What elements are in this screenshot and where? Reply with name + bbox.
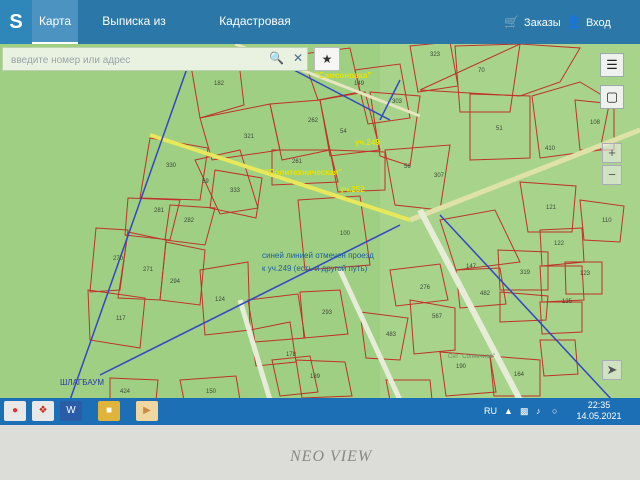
chrome-icon[interactable]: ● xyxy=(4,401,26,421)
orders-label: Заказы xyxy=(523,17,561,29)
street-label-politekhnicheskaya: "Политехническая" xyxy=(265,168,342,177)
plot-number-label[interactable]: 330 xyxy=(166,163,177,169)
plot-number-label[interactable]: 164 xyxy=(514,372,525,378)
top-navigation-bar: S Карта Выписка из ЕГРН Кадастровая стои… xyxy=(0,0,640,70)
plot-number-label[interactable]: 293 xyxy=(322,310,333,316)
plot-number-label[interactable]: 189 xyxy=(310,374,321,380)
plot-number-label[interactable]: 100 xyxy=(340,231,351,237)
plot-number-label[interactable]: 56 xyxy=(404,164,411,170)
plot-number-label[interactable]: 261 xyxy=(292,159,303,165)
cart-icon: 🛒 xyxy=(504,15,519,29)
word-icon[interactable]: W xyxy=(60,401,82,421)
cadastral-map[interactable]: 182 149 303 323 70 321 262 54 51 410 108 330 261 56 30… xyxy=(0,44,640,400)
clock-date: 14.05.2021 xyxy=(576,411,622,421)
zoom-out-button[interactable]: − xyxy=(602,165,622,185)
plot-number-label[interactable]: 54 xyxy=(340,129,347,135)
plot-number-label[interactable]: 135 xyxy=(562,299,573,305)
login-label: Вход xyxy=(585,17,611,29)
monitor-brand-logo: NEO VIEW xyxy=(290,448,373,465)
plot-number-label[interactable]: 51 xyxy=(496,126,503,132)
pdf-icon[interactable]: ❖ xyxy=(32,401,54,421)
plot-number-label[interactable]: 271 xyxy=(143,267,154,273)
plot-number-label[interactable]: 303 xyxy=(392,99,403,105)
layers-icon: ☰ xyxy=(606,57,618,72)
minus-icon: − xyxy=(608,167,616,182)
street-label-samsonovka: "Самсоновка" xyxy=(315,71,371,80)
annotation-route-line1: синей линией отмечен проезд xyxy=(262,251,374,260)
plot-number-label[interactable]: 483 xyxy=(386,332,397,338)
orders-button[interactable]: 🛒 Заказы xyxy=(504,0,561,44)
plot-number-label[interactable]: 117 xyxy=(116,316,126,322)
fullscreen-button[interactable]: ▢ xyxy=(600,85,624,109)
screen: 182 149 303 323 70 321 262 54 51 410 108 330 261 56 30… xyxy=(0,0,640,425)
tab-map[interactable]: Карта xyxy=(32,0,78,44)
plot-number-label[interactable]: 294 xyxy=(170,279,181,285)
plot-number-label[interactable]: 482 xyxy=(480,291,491,297)
plus-icon: + xyxy=(608,145,616,160)
media-icon[interactable]: ▶ xyxy=(136,401,158,421)
snt-label: Снт "Солнечное" xyxy=(448,354,495,360)
tab-cadastral-value[interactable]: Кадастровая стоимость xyxy=(190,0,320,70)
plot-number-label[interactable]: 147 xyxy=(466,264,477,270)
login-button[interactable]: 👤 Вход xyxy=(566,0,611,44)
search-box: 🔍 ✕ xyxy=(2,47,308,71)
plot-number-label[interactable]: 122 xyxy=(554,241,565,247)
favorites-button[interactable]: ★ xyxy=(314,47,340,71)
plot-number-label[interactable]: 270 xyxy=(113,256,124,262)
navigation-arrow-icon: ➤ xyxy=(606,362,618,377)
search-input[interactable] xyxy=(9,51,253,69)
clock-time: 22:35 xyxy=(587,400,611,410)
plot-number-label[interactable]: 307 xyxy=(434,173,445,179)
plot-number-label[interactable]: 333 xyxy=(230,188,241,194)
volume-icon[interactable]: ♪ xyxy=(536,398,541,425)
action-center-icon[interactable]: ○ xyxy=(552,398,557,425)
plot-number-label[interactable]: 59 xyxy=(202,179,209,185)
plot-number-label[interactable]: 123 xyxy=(580,271,591,277)
barrier-label: ШЛАГБАУМ xyxy=(60,378,104,387)
plot-number-label[interactable]: 410 xyxy=(545,146,556,152)
plot-number-label[interactable]: 281 xyxy=(154,208,165,214)
search-icon[interactable]: 🔍 xyxy=(269,51,284,65)
clear-icon[interactable]: ✕ xyxy=(293,51,303,65)
star-icon: ★ xyxy=(321,52,333,66)
plot-number-label[interactable]: 150 xyxy=(206,389,217,395)
clock[interactable]: 22:35 14.05.2021 xyxy=(568,400,630,422)
fullscreen-icon: ▢ xyxy=(605,89,619,104)
plot-number-label[interactable]: 262 xyxy=(308,118,319,124)
plot-number-label[interactable]: 321 xyxy=(244,134,255,140)
tray-arrow-icon[interactable]: ▲ xyxy=(504,398,513,425)
plot-number-label[interactable]: 149 xyxy=(354,81,365,87)
user-icon: 👤 xyxy=(566,15,581,29)
plot-number-label[interactable]: 70 xyxy=(478,68,485,74)
plot-number-label[interactable]: 124 xyxy=(215,297,226,303)
windows-taskbar: ● ❖ W ■ ▶ RU ▲ ▩ ♪ ○ 22:35 14.05.2021 xyxy=(0,398,640,425)
annotation-route-line2: к уч.249 (есть и другой путь) xyxy=(262,264,368,273)
plot-number-label[interactable]: 282 xyxy=(184,218,195,224)
tab-egrn-extract[interactable]: Выписка из ЕГРН xyxy=(86,0,182,70)
network-icon[interactable]: ▩ xyxy=(520,398,529,425)
plot-number-label[interactable]: 323 xyxy=(430,52,441,58)
layers-button[interactable]: ☰ xyxy=(600,53,624,77)
plot-number-label[interactable]: 190 xyxy=(456,364,467,370)
locate-button[interactable]: ➤ xyxy=(602,360,622,380)
plot-number-label[interactable]: 121 xyxy=(546,205,557,211)
plot-number-label[interactable]: 319 xyxy=(520,270,531,276)
annotation-plot-252: уч.252 xyxy=(340,185,365,194)
language-indicator[interactable]: RU xyxy=(484,398,497,425)
folder-icon[interactable]: ■ xyxy=(98,401,120,421)
plot-number-label[interactable]: 108 xyxy=(590,120,601,126)
plot-number-label[interactable]: 567 xyxy=(432,314,443,320)
app-logo[interactable]: S xyxy=(0,0,32,44)
zoom-in-button[interactable]: + xyxy=(602,143,622,163)
plot-number-label[interactable]: 178 xyxy=(286,352,297,358)
plot-number-label[interactable]: 182 xyxy=(214,81,225,87)
annotation-plot-249: уч.249 xyxy=(355,138,380,147)
plot-number-label[interactable]: 276 xyxy=(420,285,431,291)
plot-number-label[interactable]: 110 xyxy=(602,218,612,224)
plot-number-label[interactable]: 424 xyxy=(120,389,131,395)
